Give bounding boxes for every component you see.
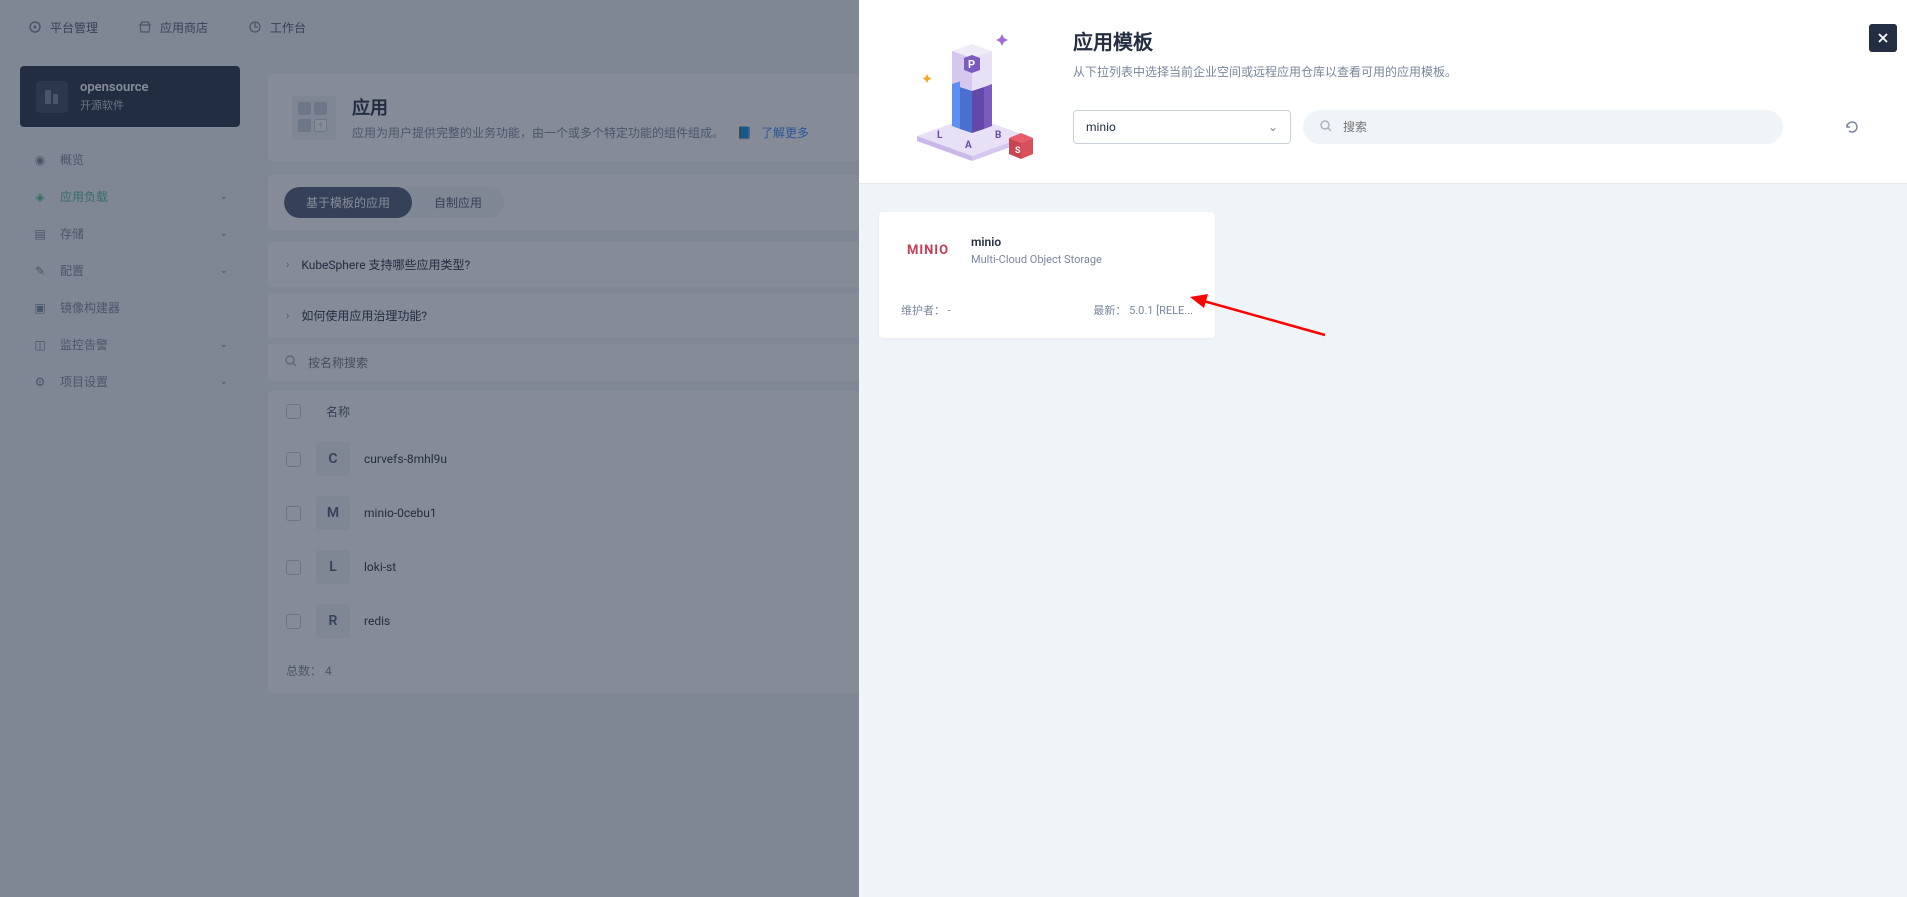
svg-text:L: L (937, 130, 943, 141)
modal-search-input[interactable] (1343, 120, 1767, 134)
chevron-down-icon: ⌄ (1268, 120, 1278, 134)
close-button[interactable] (1869, 24, 1897, 52)
panel-header: L A B P S (859, 0, 1907, 184)
modal-search[interactable] (1303, 110, 1783, 144)
svg-text:B: B (995, 130, 1001, 141)
app-maintainer: 维护者： - (901, 302, 951, 318)
app-template-panel: L A B P S (859, 0, 1907, 897)
select-value: minio (1086, 120, 1116, 134)
hero-illustration: L A B P S (897, 26, 1047, 161)
minio-logo: MINIO (901, 232, 955, 268)
search-icon (1319, 119, 1333, 136)
app-card-minio[interactable]: MINIO minio Multi-Cloud Object Storage 维… (879, 212, 1215, 338)
refresh-button[interactable] (1835, 110, 1869, 144)
app-desc: Multi-Cloud Object Storage (971, 253, 1102, 266)
app-results: MINIO minio Multi-Cloud Object Storage 维… (859, 184, 1907, 366)
panel-title: 应用模板 (1073, 26, 1869, 55)
app-name: minio (971, 235, 1102, 249)
repo-select[interactable]: minio ⌄ (1073, 110, 1291, 144)
svg-text:S: S (1015, 146, 1021, 156)
svg-text:A: A (965, 140, 972, 151)
svg-text:P: P (968, 58, 975, 71)
panel-subtitle: 从下拉列表中选择当前企业空间或远程应用仓库以查看可用的应用模板。 (1073, 63, 1869, 80)
app-latest: 最新： 5.0.1 [RELE... (1093, 302, 1193, 318)
